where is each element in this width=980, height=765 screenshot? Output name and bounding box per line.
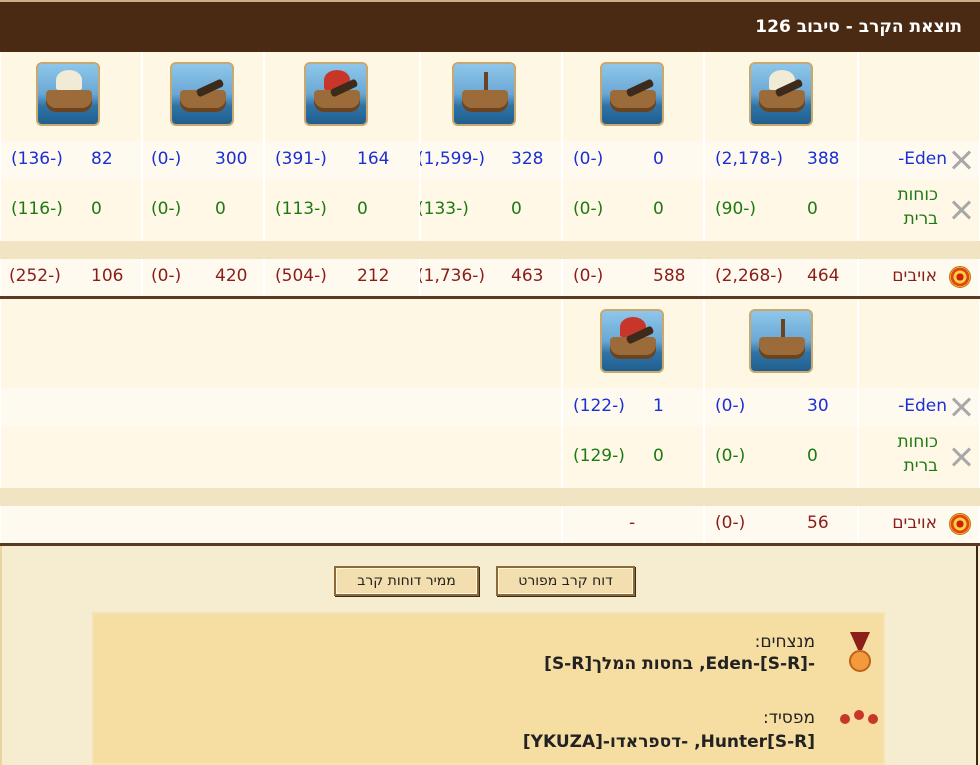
unit-header-row-2: [0, 299, 980, 388]
ballista-ship-icon: [452, 62, 516, 126]
unit-loss: (90-): [715, 199, 757, 219]
row-label-allies-1: כוחות: [897, 185, 938, 205]
unit-count: 0: [215, 199, 226, 219]
unit-count: 464: [807, 266, 840, 286]
unit-count: 328: [511, 149, 544, 169]
unit-count: 420: [215, 266, 248, 286]
unit-loss: (391-): [275, 149, 327, 169]
battle-summary: מנצחים: -[S-R]-Eden, בחסות המלך[S-R] מפס…: [92, 612, 885, 765]
rocket-ship-icon: [600, 309, 664, 373]
balloon-carrier-icon: [36, 62, 100, 126]
eden-row: Eden- 388 (2,178-) 0 (0-) 328 (1,599-) 1…: [0, 141, 980, 179]
enemies-row: אויבים 464 (2,268-) 588 (0-) 463 (1,736-…: [0, 259, 980, 296]
row-separator: [0, 241, 980, 259]
unit-count: 0: [807, 446, 818, 466]
medal-icon: [846, 632, 874, 678]
unit-loss: (136-): [11, 149, 63, 169]
row-label-enemies: אויבים: [892, 266, 937, 286]
unit-loss: (504-): [275, 266, 327, 286]
mortar-ship-icon: [170, 62, 234, 126]
unit-loss: (2,178-): [715, 149, 784, 169]
crossed-swords-icon: [950, 198, 974, 222]
eden-row-2: Eden- 30 (0-) 1 (122-): [0, 388, 980, 426]
unit-loss: (113-): [275, 199, 327, 219]
unit-count: 588: [653, 266, 686, 286]
row-label-eden: Eden-: [898, 396, 947, 416]
loser-label: מפסיד:: [762, 708, 815, 728]
crossed-swords-icon: [950, 445, 974, 469]
winners-label: מנצחים:: [754, 632, 815, 652]
unit-count: 0: [91, 199, 102, 219]
unit-count: 0: [511, 199, 522, 219]
unit-count: 300: [215, 149, 248, 169]
unit-count: 0: [653, 199, 664, 219]
unit-count: 212: [357, 266, 390, 286]
unit-loss: (122-): [573, 396, 625, 416]
row-label-allies-2: ברית: [903, 209, 938, 229]
unit-count: 463: [511, 266, 544, 286]
row-separator: [0, 488, 980, 506]
unit-loss: (0-): [715, 513, 746, 533]
winners-text: -[S-R]-Eden, בחסות המלך[S-R]: [544, 654, 815, 674]
unit-loss: (1,736-): [417, 266, 486, 286]
unit-loss: (0-): [573, 266, 604, 286]
unit-header-row: [0, 52, 980, 141]
page-title: תוצאת הקרב - סיבוב 126: [755, 17, 962, 37]
unit-loss: (252-): [9, 266, 61, 286]
unit-loss: (0-): [573, 149, 604, 169]
unit-count: 388: [807, 149, 840, 169]
fire-ship-icon: [749, 62, 813, 126]
unit-count: 82: [91, 149, 113, 169]
row-label-eden: Eden-: [898, 149, 947, 169]
title-bar: תוצאת הקרב - סיבוב 126: [0, 0, 980, 52]
crossed-swords-icon: [950, 395, 974, 419]
unit-loss: (0-): [715, 396, 746, 416]
unit-loss: (129-): [573, 446, 625, 466]
unit-loss: (116-): [11, 199, 63, 219]
crane-ship-icon: [749, 309, 813, 373]
unit-count: 106: [91, 266, 124, 286]
unit-loss: (2,268-): [715, 266, 784, 286]
unit-loss: (0-): [151, 149, 182, 169]
report-converter-button[interactable]: ממיר דוחות קרב: [334, 566, 479, 596]
row-label-allies-1: כוחות: [897, 432, 938, 452]
unit-count: 0: [653, 446, 664, 466]
defeated-troops-icon: [838, 710, 882, 742]
unit-loss: (0-): [151, 266, 182, 286]
unit-count: 56: [807, 513, 829, 533]
unit-count: 0: [807, 199, 818, 219]
unit-loss: (133-): [417, 199, 469, 219]
section-divider: [0, 543, 980, 546]
unit-loss: (0-): [151, 199, 182, 219]
row-label-enemies: אויבים: [892, 513, 937, 533]
unit-count: 1: [653, 396, 664, 416]
unit-count: 0: [653, 149, 664, 169]
crossed-swords-icon: [950, 148, 974, 172]
unit-loss: (1,599-): [417, 149, 486, 169]
detailed-report-button[interactable]: דוח קרב מפורט: [496, 566, 635, 596]
unit-count: 30: [807, 396, 829, 416]
catapult-ship-icon: [304, 62, 368, 126]
row-label-allies-2: ברית: [903, 456, 938, 476]
enemies-row-2: אויבים 56 (0-) -: [0, 506, 980, 543]
allies-row: כוחות ברית 0 (90-) 0 (0-) 0 (133-) 0 (11…: [0, 179, 980, 241]
unit-loss: (0-): [573, 199, 604, 219]
loser-text: Hunter[S-R], -דספראדו-[YKUZA]: [522, 732, 815, 752]
paddle-ship-icon: [600, 62, 664, 126]
unit-count: 164: [357, 149, 390, 169]
allies-row-2: כוחות ברית 0 (0-) 0 (129-): [0, 426, 980, 488]
unit-empty-dash: -: [629, 513, 636, 533]
unit-loss: (0-): [715, 446, 746, 466]
unit-count: 0: [357, 199, 368, 219]
target-icon: [949, 266, 971, 288]
target-icon: [949, 513, 971, 535]
